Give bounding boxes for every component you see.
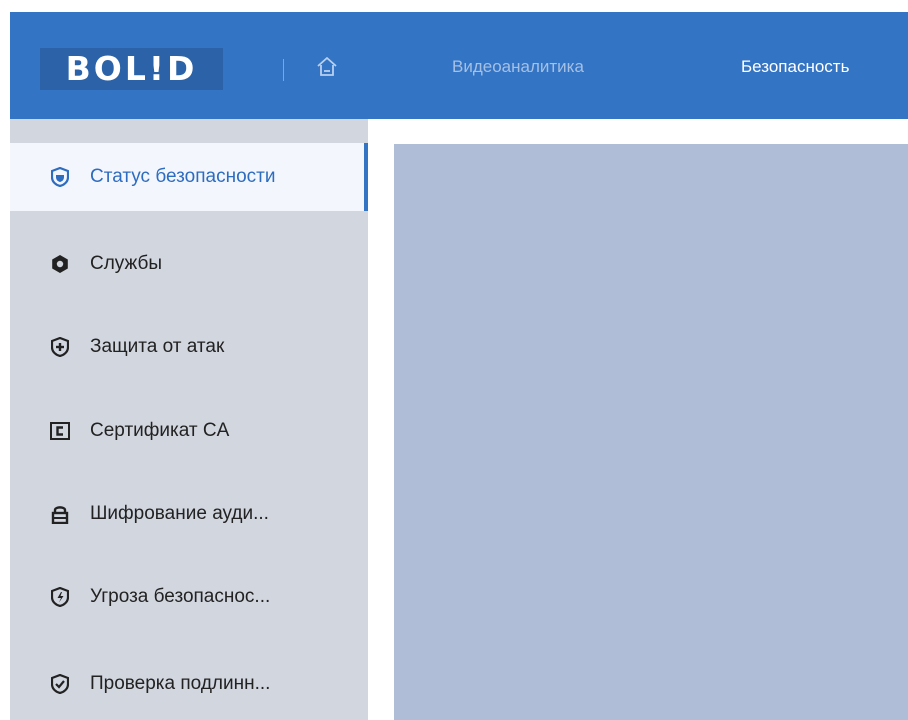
logo-text: BOL!D (65, 49, 198, 88)
sidebar-item-authenticity-check[interactable]: Проверка подлинн... (10, 650, 365, 718)
sidebar-item-label: Статус безопасности (90, 166, 276, 187)
shield-bolt-icon (50, 587, 70, 607)
sidebar: Статус безопасности Службы Защита от ата… (10, 119, 368, 720)
lock-icon (50, 504, 70, 524)
sidebar-item-label: Сертификат CA (90, 420, 230, 441)
sidebar-item-label: Угроза безопаснос... (90, 586, 271, 607)
header-divider (283, 59, 284, 81)
bolid-logo[interactable]: BOL!D (40, 48, 223, 90)
sidebar-item-security-status[interactable]: Статус безопасности (10, 143, 368, 211)
top-header: BOL!D Видеоаналитика Безопасность (10, 12, 908, 119)
nav-videoanalytics[interactable]: Видеоаналитика (452, 54, 584, 80)
shield-plus-icon (50, 337, 70, 357)
sidebar-item-services[interactable]: Службы (10, 230, 365, 298)
nav-security[interactable]: Безопасность (741, 54, 849, 80)
sidebar-item-label: Шифрование ауди... (90, 503, 269, 524)
sidebar-item-security-threat[interactable]: Угроза безопаснос... (10, 563, 365, 631)
home-icon (317, 57, 337, 76)
sidebar-item-attack-protection[interactable]: Защита от атак (10, 313, 365, 381)
sidebar-item-ca-certificate[interactable]: Сертификат CA (10, 397, 365, 465)
certificate-icon (50, 421, 70, 441)
sidebar-item-label: Защита от атак (90, 336, 225, 357)
sidebar-item-audio-encryption[interactable]: Шифрование ауди... (10, 480, 365, 548)
gear-icon (50, 254, 70, 274)
sidebar-item-label: Службы (90, 253, 162, 274)
home-button[interactable] (312, 52, 342, 82)
shield-icon (50, 167, 70, 187)
shield-check-icon (50, 674, 70, 694)
main-content-panel (394, 144, 908, 720)
sidebar-item-label: Проверка подлинн... (90, 673, 271, 694)
